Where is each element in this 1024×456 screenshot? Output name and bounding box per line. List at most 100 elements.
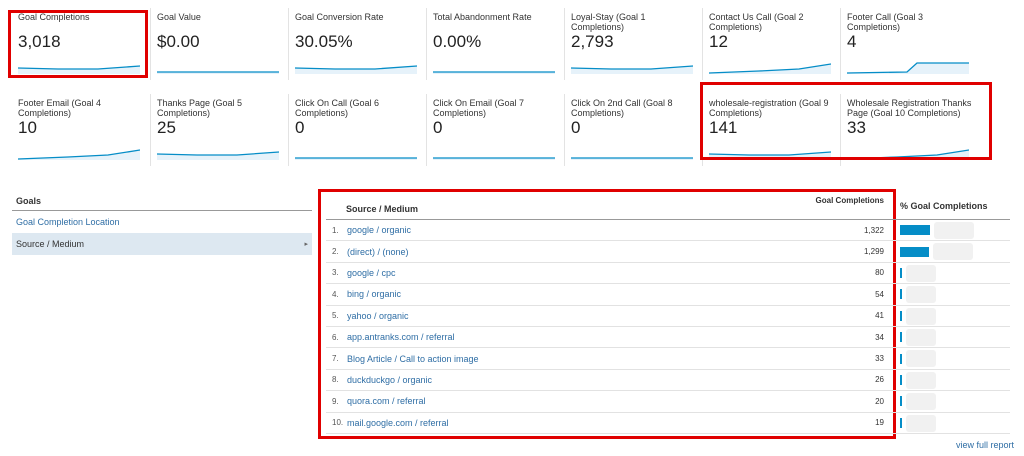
metric-label: Thanks Page (Goal 5 Completions) — [157, 98, 243, 118]
metric-tile-total-abandonment-rate[interactable]: Total Abandonment Rate 0.00% — [426, 8, 564, 80]
source-medium-link[interactable]: quora.com / referral — [346, 396, 796, 406]
metric-label: Wholesale Registration Thanks Page (Goal… — [847, 98, 972, 118]
metric-tile-goal-completions[interactable]: Goal Completions 3,018 — [12, 8, 150, 80]
metric-value: 10 — [18, 118, 37, 137]
metric-tile-goal-10[interactable]: Wholesale Registration Thanks Page (Goal… — [840, 94, 978, 166]
table-row: 1. google / organic 1,322 — [326, 220, 1010, 242]
redacted-percent — [906, 307, 936, 325]
table-row: 8. duckduckgo / organic 26 — [326, 370, 1010, 392]
table-row: 7. Blog Article / Call to action image 33 — [326, 348, 1010, 370]
metric-tile-goal-9[interactable]: wholesale-registration (Goal 9 Completio… — [702, 94, 840, 166]
row-number: 1. — [332, 225, 339, 235]
sparkline — [433, 157, 555, 160]
goals-nav: Goals Goal Completion Location Source / … — [12, 194, 312, 255]
source-medium-link[interactable]: mail.google.com / referral — [346, 418, 796, 428]
table-header: Source / Medium Goal Completions % Goal … — [326, 192, 1010, 220]
source-medium-link[interactable]: bing / organic — [346, 289, 796, 299]
metric-value: 0 — [571, 118, 581, 137]
metric-tile-goal-2[interactable]: Contact Us Call (Goal 2 Completions) 12 — [702, 8, 840, 80]
redacted-percent — [906, 350, 936, 368]
metric-label: Footer Email (Goal 4 Completions) — [18, 98, 102, 118]
source-medium-link[interactable]: duckduckgo / organic — [346, 375, 796, 385]
metric-tile-goal-1[interactable]: Loyal-Stay (Goal 1 Completions) 2,793 — [564, 8, 702, 80]
nav-item-source-medium[interactable]: Source / Medium ▸ — [12, 233, 312, 255]
table-row: 3. google / cpc 80 — [326, 263, 1010, 285]
goal-completions-value: 1,299 — [863, 247, 884, 257]
source-medium-link[interactable]: google / cpc — [346, 268, 796, 278]
metric-row-1: Goal Completions 3,018 Goal Value $0.00 … — [12, 8, 1012, 80]
redacted-percent — [934, 222, 974, 239]
pct-bar — [900, 396, 902, 407]
goal-completions-value: 80 — [875, 268, 884, 278]
redacted-percent — [906, 264, 936, 282]
metric-label: Goal Completions — [18, 12, 90, 22]
pct-bar — [900, 332, 902, 343]
view-full-report-link[interactable]: view full report — [956, 440, 1014, 450]
table-row: 4. bing / organic 54 — [326, 284, 1010, 306]
source-medium-link[interactable]: yahoo / organic — [346, 311, 796, 321]
metric-label: Footer Call (Goal 3 Completions) — [847, 12, 924, 32]
column-header-source[interactable]: Source / Medium — [326, 192, 796, 219]
pct-bar — [900, 246, 929, 257]
metric-label: Loyal-Stay (Goal 1 Completions) — [571, 12, 646, 32]
table-row: 10. mail.google.com / referral 19 — [326, 413, 1010, 434]
metric-tile-goal-8[interactable]: Click On 2nd Call (Goal 8 Completions) 0 — [564, 94, 702, 166]
metric-value: 141 — [709, 118, 738, 137]
metric-label: Total Abandonment Rate — [433, 12, 532, 22]
sparkline — [709, 151, 831, 160]
metric-value: 0.00% — [433, 32, 482, 51]
goal-completions-value: 19 — [875, 418, 884, 428]
sparkline — [18, 65, 140, 74]
row-number: 9. — [332, 396, 339, 406]
row-number: 2. — [332, 247, 339, 257]
sparkline — [295, 65, 417, 74]
source-medium-link[interactable]: Blog Article / Call to action image — [346, 354, 796, 364]
source-medium-link[interactable]: (direct) / (none) — [346, 247, 796, 257]
metric-tile-goal-value[interactable]: Goal Value $0.00 — [150, 8, 288, 80]
metric-tile-goal-7[interactable]: Click On Email (Goal 7 Completions) 0 — [426, 94, 564, 166]
table-row: 9. quora.com / referral 20 — [326, 391, 1010, 413]
metric-label: wholesale-registration (Goal 9 Completio… — [709, 98, 829, 118]
metric-value: 0 — [433, 118, 443, 137]
metric-label: Click On Call (Goal 6 Completions) — [295, 98, 380, 118]
sparkline — [433, 71, 555, 74]
metric-label: Contact Us Call (Goal 2 Completions) — [709, 12, 804, 32]
pct-cell — [894, 370, 1010, 390]
metric-value: 12 — [709, 32, 728, 51]
sparkline — [157, 71, 279, 74]
pct-bar — [900, 310, 902, 321]
sparkline — [847, 149, 969, 160]
metric-tile-goal-3[interactable]: Footer Call (Goal 3 Completions) 4 — [840, 8, 978, 80]
metric-label: Click On 2nd Call (Goal 8 Completions) — [571, 98, 673, 118]
source-medium-table: Source / Medium Goal Completions % Goal … — [326, 192, 1010, 434]
sparkline — [571, 157, 693, 160]
metric-label: Goal Conversion Rate — [295, 12, 384, 22]
column-header-pct-goal-completions: % Goal Completions — [900, 201, 988, 211]
metric-value: 2,793 — [571, 32, 614, 51]
goal-completions-value: 26 — [875, 375, 884, 385]
pct-cell — [894, 306, 1010, 326]
sparkline — [295, 157, 417, 160]
metric-tiles: Goal Completions 3,018 Goal Value $0.00 … — [12, 8, 1012, 166]
metric-tile-goal-6[interactable]: Click On Call (Goal 6 Completions) 0 — [288, 94, 426, 166]
goal-completions-value: 1,322 — [863, 225, 884, 235]
source-medium-link[interactable]: google / organic — [346, 225, 796, 235]
row-number: 8. — [332, 375, 339, 385]
table-row: 6. app.antranks.com / referral 34 — [326, 327, 1010, 349]
source-medium-link[interactable]: app.antranks.com / referral — [346, 332, 796, 342]
goal-completions-value: 41 — [875, 311, 884, 321]
sparkline — [847, 62, 969, 74]
column-header-goal-completions[interactable]: Goal Completions — [796, 192, 894, 219]
metric-tile-goal-5[interactable]: Thanks Page (Goal 5 Completions) 25 — [150, 94, 288, 166]
goal-completions-value: 34 — [875, 332, 884, 342]
table-body: 1. google / organic 1,322 2. (direct) / (non… — [326, 220, 1010, 434]
pct-cell — [894, 348, 1010, 368]
sparkline — [157, 151, 279, 160]
nav-item-goal-completion-location[interactable]: Goal Completion Location — [12, 211, 312, 233]
metric-tile-goal-4[interactable]: Footer Email (Goal 4 Completions) 10 — [12, 94, 150, 166]
metric-tile-goal-conversion-rate[interactable]: Goal Conversion Rate 30.05% — [288, 8, 426, 80]
row-number: 5. — [332, 311, 339, 321]
goal-completions-value: 54 — [875, 289, 884, 299]
pct-bar — [900, 417, 902, 428]
redacted-percent — [906, 371, 936, 389]
